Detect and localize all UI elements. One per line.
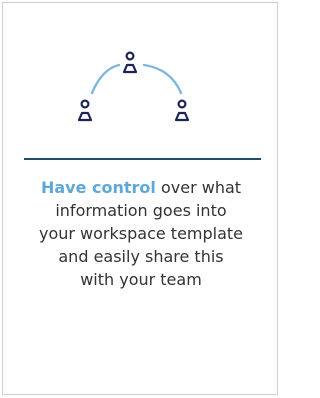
description-line-3: your workspace template: [38, 224, 244, 243]
person-icon-top: [122, 51, 138, 74]
line-1-rest: over what: [155, 178, 242, 197]
description-line-4: and easily share this: [58, 247, 224, 266]
highlight-text: Have control: [40, 178, 156, 197]
feature-card: Have control over what information goes …: [2, 2, 278, 395]
description-line-5: with your team: [80, 270, 202, 289]
feature-description: Have control over what information goes …: [3, 176, 279, 291]
person-icon-left: [77, 99, 93, 122]
divider: [24, 158, 261, 160]
connector-arc-left: [90, 63, 121, 95]
team-network-icon: [77, 51, 190, 122]
description-line-2: information goes into: [55, 201, 227, 220]
description-line-1: Have control over what: [3, 176, 279, 199]
person-icon-right: [174, 99, 190, 122]
connector-arc-right: [142, 63, 183, 95]
